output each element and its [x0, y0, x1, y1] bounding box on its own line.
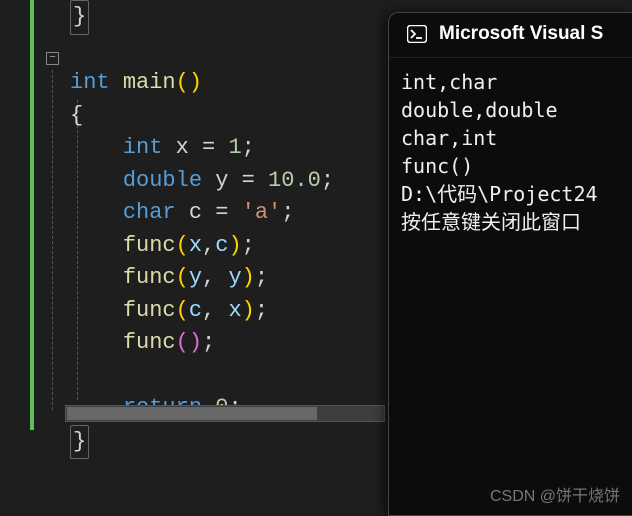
- console-window[interactable]: Microsoft Visual S int,char double,doubl…: [388, 12, 632, 516]
- fold-toggle[interactable]: −: [46, 52, 59, 65]
- console-output: int,char double,double char,int func() D…: [389, 58, 632, 246]
- output-line: 按任意键关闭此窗口: [401, 208, 620, 236]
- console-title: Microsoft Visual S: [439, 23, 603, 45]
- watermark: CSDN @饼干烧饼: [490, 482, 620, 506]
- terminal-icon: [407, 25, 427, 43]
- brace-match: }: [70, 0, 89, 35]
- output-line: int,char: [401, 68, 620, 96]
- indent-guide: [52, 70, 53, 410]
- output-line: func(): [401, 152, 620, 180]
- brace-match-close: }: [70, 425, 89, 460]
- change-indicator: [30, 0, 34, 430]
- console-titlebar[interactable]: Microsoft Visual S: [389, 13, 632, 58]
- output-line: double,double: [401, 96, 620, 124]
- scrollbar-thumb[interactable]: [67, 407, 317, 420]
- code-block[interactable]: } int main() { int x = 1; double y = 10.…: [70, 0, 334, 459]
- horizontal-scrollbar[interactable]: [65, 405, 385, 422]
- output-line: char,int: [401, 124, 620, 152]
- output-line: D:\代码\Project24: [401, 180, 620, 208]
